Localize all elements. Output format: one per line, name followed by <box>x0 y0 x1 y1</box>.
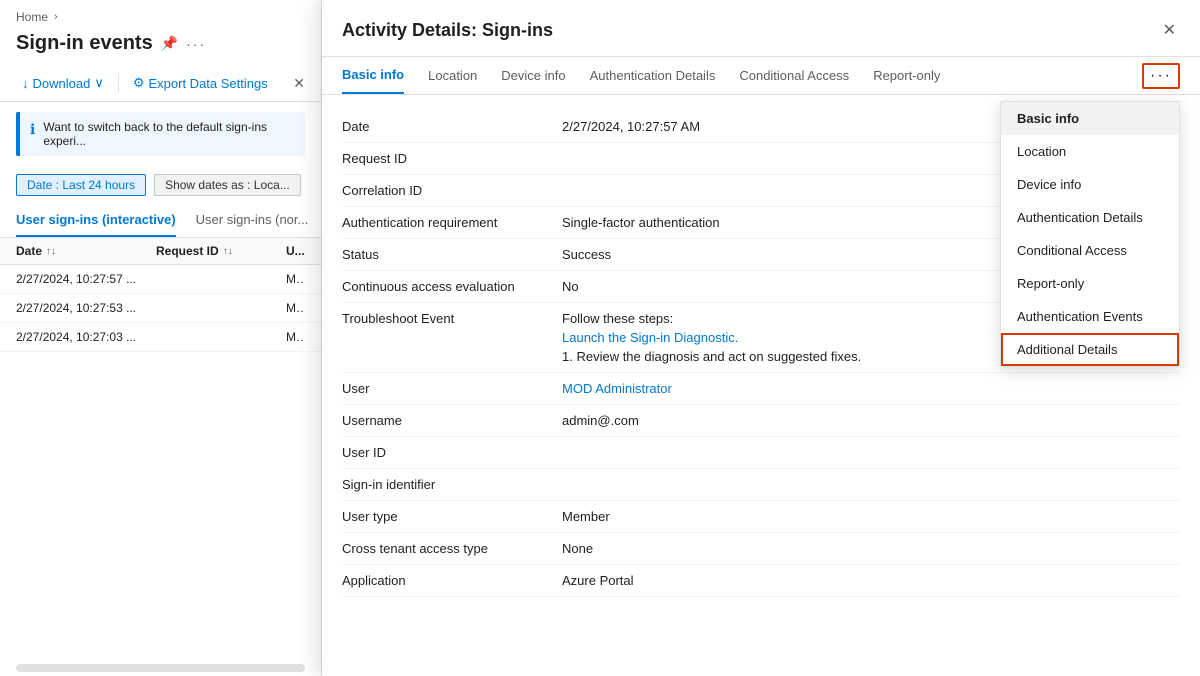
modal-tab-report-only[interactable]: Report-only <box>873 58 940 93</box>
field-label-date: Date <box>342 119 562 134</box>
info-banner: ℹ Want to switch back to the default sig… <box>16 112 305 156</box>
info-banner-text: Want to switch back to the default sign-… <box>43 120 295 148</box>
field-value-application: Azure Portal <box>562 573 1180 588</box>
th-user-label: U... <box>286 244 305 258</box>
horizontal-scrollbar-area <box>0 660 321 676</box>
field-label-continuous-access: Continuous access evaluation <box>342 279 562 294</box>
field-value-username: admin@.com <box>562 413 1180 428</box>
toolbar-separator <box>118 73 119 93</box>
sort-icon-date[interactable]: ↑↓ <box>46 246 56 257</box>
field-label-user-id: User ID <box>342 445 562 460</box>
download-button[interactable]: ↓ Download ∨ <box>16 71 110 95</box>
modal-tab-location[interactable]: Location <box>428 58 477 93</box>
modal-title: Activity Details: Sign-ins <box>342 20 553 41</box>
table-body: 2/27/2024, 10:27:57 ... M... 2/27/2024, … <box>0 265 321 660</box>
field-label-user: User <box>342 381 562 396</box>
toolbar: ↓ Download ∨ ⚙ Export Data Settings ✕ <box>0 65 321 102</box>
tab-user-signin-noninteractive[interactable]: User sign-ins (nor... <box>196 204 309 237</box>
table-header: Date ↑↓ Request ID ↑↓ U... <box>0 238 321 265</box>
page-title-row: Sign-in events 📌 ··· <box>0 28 321 65</box>
dropdown-item-auth-events[interactable]: Authentication Events <box>1001 300 1179 333</box>
left-panel: Home › Sign-in events 📌 ··· ↓ Download ∨… <box>0 0 322 676</box>
dropdown-item-location[interactable]: Location <box>1001 135 1179 168</box>
page-title: Sign-in events <box>16 32 153 55</box>
breadcrumb-home[interactable]: Home <box>16 10 48 24</box>
row2-date: 2/27/2024, 10:27:53 ... <box>16 301 156 315</box>
export-label: Export Data Settings <box>149 76 268 91</box>
modal-tab-conditional-access[interactable]: Conditional Access <box>739 58 849 93</box>
activity-details-modal: Activity Details: Sign-ins ✕ Basic info … <box>322 0 1200 676</box>
field-application: Application Azure Portal <box>342 565 1180 597</box>
field-label-correlation-id: Correlation ID <box>342 183 562 198</box>
breadcrumb: Home › <box>0 0 321 28</box>
filter-row: Date : Last 24 hours Show dates as : Loc… <box>0 166 321 204</box>
field-label-application: Application <box>342 573 562 588</box>
row2-user: M... <box>286 301 305 315</box>
dropdown-item-additional-details[interactable]: Additional Details <box>1001 333 1179 366</box>
field-label-request-id: Request ID <box>342 151 562 166</box>
field-user: User MOD Administrator <box>342 373 1180 405</box>
modal-close-button[interactable]: ✕ <box>1159 16 1180 44</box>
row3-user: M... <box>286 330 305 344</box>
modal-tabs: Basic info Location Device info Authenti… <box>322 57 1200 95</box>
toolbar-close-icon[interactable]: ✕ <box>293 75 305 92</box>
download-chevron-icon: ∨ <box>94 75 104 91</box>
left-panel-tabs: User sign-ins (interactive) User sign-in… <box>0 204 321 238</box>
field-cross-tenant: Cross tenant access type None <box>342 533 1180 565</box>
th-user: U... <box>286 244 305 258</box>
field-label-signin-id: Sign-in identifier <box>342 477 562 492</box>
row1-user: M... <box>286 272 305 286</box>
modal-tab-basic-info[interactable]: Basic info <box>342 57 404 94</box>
table-row[interactable]: 2/27/2024, 10:27:57 ... M... <box>0 265 321 294</box>
date-filter-chip[interactable]: Date : Last 24 hours <box>16 174 146 196</box>
field-label-auth-req: Authentication requirement <box>342 215 562 230</box>
download-label: Download <box>33 76 91 91</box>
horizontal-scrollbar[interactable] <box>16 664 305 672</box>
field-label-user-type: User type <box>342 509 562 524</box>
row3-reqid <box>156 330 286 344</box>
field-value-user[interactable]: MOD Administrator <box>562 381 1180 396</box>
info-icon: ℹ <box>30 121 35 138</box>
field-label-cross-tenant: Cross tenant access type <box>342 541 562 556</box>
download-icon: ↓ <box>22 76 29 91</box>
field-label-troubleshoot: Troubleshoot Event <box>342 311 562 326</box>
table-row[interactable]: 2/27/2024, 10:27:03 ... M... <box>0 323 321 352</box>
tab-user-signin-interactive[interactable]: User sign-ins (interactive) <box>16 204 176 237</box>
more-options-icon[interactable]: ··· <box>186 36 206 52</box>
th-date: Date ↑↓ <box>16 244 156 258</box>
sort-icon-reqid[interactable]: ↑↓ <box>223 246 233 257</box>
show-dates-chip[interactable]: Show dates as : Loca... <box>154 174 301 196</box>
row2-reqid <box>156 301 286 315</box>
field-signin-identifier: Sign-in identifier <box>342 469 1180 501</box>
row3-date: 2/27/2024, 10:27:03 ... <box>16 330 156 344</box>
breadcrumb-separator: › <box>54 11 58 23</box>
modal-tab-more-button[interactable]: ··· <box>1142 63 1180 89</box>
field-value-user-type: Member <box>562 509 1180 524</box>
th-date-label: Date <box>16 244 42 258</box>
field-label-status: Status <box>342 247 562 262</box>
modal-header: Activity Details: Sign-ins ✕ <box>322 0 1200 57</box>
export-data-settings-button[interactable]: ⚙ Export Data Settings <box>127 71 274 95</box>
field-user-id: User ID <box>342 437 1180 469</box>
field-label-username: Username <box>342 413 562 428</box>
app-container: Home › Sign-in events 📌 ··· ↓ Download ∨… <box>0 0 1200 676</box>
row1-reqid <box>156 272 286 286</box>
dropdown-item-report-only[interactable]: Report-only <box>1001 267 1179 300</box>
field-username: Username admin@.com <box>342 405 1180 437</box>
th-reqid-label: Request ID <box>156 244 219 258</box>
table-row[interactable]: 2/27/2024, 10:27:53 ... M... <box>0 294 321 323</box>
modal-tab-device-info[interactable]: Device info <box>501 58 565 93</box>
pin-icon[interactable]: 📌 <box>161 35 178 52</box>
modal-tab-authentication-details[interactable]: Authentication Details <box>590 58 716 93</box>
row1-date: 2/27/2024, 10:27:57 ... <box>16 272 156 286</box>
dropdown-item-auth-details[interactable]: Authentication Details <box>1001 201 1179 234</box>
field-user-type: User type Member <box>342 501 1180 533</box>
dropdown-item-basic-info[interactable]: Basic info <box>1001 102 1179 135</box>
gear-icon: ⚙ <box>133 75 145 91</box>
dropdown-item-device-info[interactable]: Device info <box>1001 168 1179 201</box>
dropdown-item-conditional-access[interactable]: Conditional Access <box>1001 234 1179 267</box>
field-value-cross-tenant: None <box>562 541 1180 556</box>
tab-dropdown-menu: Basic info Location Device info Authenti… <box>1000 101 1180 367</box>
th-request-id: Request ID ↑↓ <box>156 244 286 258</box>
